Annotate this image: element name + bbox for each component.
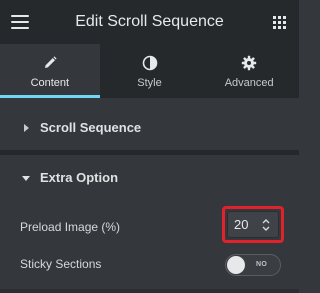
panel-bottom-edge [0,289,299,293]
preload-image-number-field [227,211,279,238]
panel-title: Edit Scroll Sequence [75,13,224,30]
preload-image-input[interactable] [228,212,262,237]
toggle-knob [227,256,245,274]
widgets-grid-icon[interactable] [273,16,286,29]
tab-advanced-label: Advanced [224,77,274,89]
panel-tabs: Content Style Advanced [0,44,299,98]
tab-style-label: Style [137,77,162,89]
tab-content[interactable]: Content [0,44,100,98]
section-scroll-sequence[interactable]: Scroll Sequence [0,105,299,151]
tab-content-label: Content [30,77,70,89]
caret-down-icon [22,176,30,181]
tab-advanced[interactable]: Advanced [199,44,299,98]
sticky-sections-label: Sticky Sections [20,257,102,271]
stepper-arrows-icon[interactable] [261,217,271,233]
tab-style[interactable]: Style [100,44,200,98]
section-extra-option-title: Extra Option [40,170,119,185]
caret-right-icon [24,124,29,132]
sticky-sections-toggle[interactable]: NO [225,254,281,276]
preload-image-label: Preload Image (%) [20,220,121,234]
pencil-icon [44,56,57,68]
gear-icon [241,55,257,71]
section-extra-option[interactable]: Extra Option [0,155,299,201]
section-scroll-sequence-title: Scroll Sequence [40,120,142,135]
editor-header: Edit Scroll Sequence [0,0,299,44]
contrast-icon [142,55,157,71]
toggle-state-label: NO [256,261,268,268]
